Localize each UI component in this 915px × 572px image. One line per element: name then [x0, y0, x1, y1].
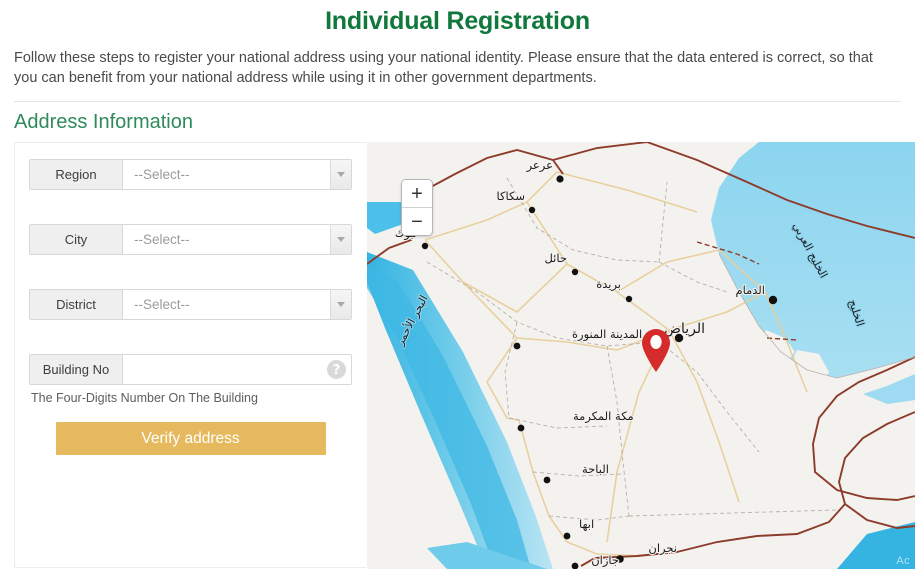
field-label-district: District	[30, 290, 123, 319]
city-label-riyadh: الرياض	[664, 321, 705, 337]
city-label-makkah: مكة المكرمة	[573, 409, 634, 424]
building-no-helper-text: The Four-Digits Number On The Building	[31, 391, 258, 405]
field-label-city: City	[30, 225, 123, 254]
saudi-arabia-map[interactable]: عرعر سكاكا تبوك حائل بريدة الدمام الرياض…	[367, 142, 915, 569]
city-label-madinah: المدينة المنورة	[572, 327, 642, 342]
field-row-building-no[interactable]: Building No ?	[29, 354, 352, 385]
city-label-najran: نجران	[648, 541, 677, 556]
chevron-down-icon-district[interactable]	[330, 290, 351, 319]
city-label-abha: ابها	[579, 517, 594, 531]
content-area: Region --Select-- City --Select-- Distri…	[0, 142, 915, 572]
help-circle-icon[interactable]: ?	[321, 355, 351, 384]
address-form-panel: Region --Select-- City --Select-- Distri…	[14, 142, 366, 568]
map-attribution-watermark: Ac	[896, 555, 910, 567]
map-panel[interactable]: عرعر سكاكا تبوك حائل بريدة الدمام الرياض…	[367, 142, 915, 569]
intro-paragraph: Follow these steps to register your nati…	[14, 50, 873, 86]
field-row-city[interactable]: City --Select--	[29, 224, 352, 255]
field-label-building-no: Building No	[30, 355, 123, 384]
chevron-down-icon-region[interactable]	[330, 160, 351, 189]
page-title: Individual Registration	[325, 7, 590, 35]
section-title-address-information: Address Information	[14, 111, 193, 133]
city-label-albaha: الباحة	[582, 462, 609, 476]
city-label-sakaka: سكاكا	[497, 189, 525, 203]
building-no-input[interactable]	[123, 355, 321, 384]
city-label-dammam: الدمام	[735, 283, 765, 297]
select-region[interactable]: --Select--	[123, 160, 330, 189]
chevron-down-icon-city[interactable]	[330, 225, 351, 254]
city-label-arar: عرعر	[526, 158, 553, 173]
field-row-district[interactable]: District --Select--	[29, 289, 352, 320]
registration-page: Individual Registration Follow these ste…	[0, 0, 915, 569]
verify-address-button[interactable]: Verify address	[55, 422, 326, 455]
zoom-in-button[interactable]: +	[402, 180, 432, 208]
header-divider	[14, 101, 901, 102]
city-label-hail: حائل	[544, 251, 567, 265]
map-zoom-controls[interactable]: + −	[401, 179, 433, 236]
city-label-buraidah: بريدة	[596, 277, 621, 292]
field-label-region: Region	[30, 160, 123, 189]
field-row-region[interactable]: Region --Select--	[29, 159, 352, 190]
select-district[interactable]: --Select--	[123, 290, 330, 319]
svg-text:?: ?	[332, 363, 340, 378]
select-city[interactable]: --Select--	[123, 225, 330, 254]
zoom-out-button[interactable]: −	[402, 208, 432, 235]
